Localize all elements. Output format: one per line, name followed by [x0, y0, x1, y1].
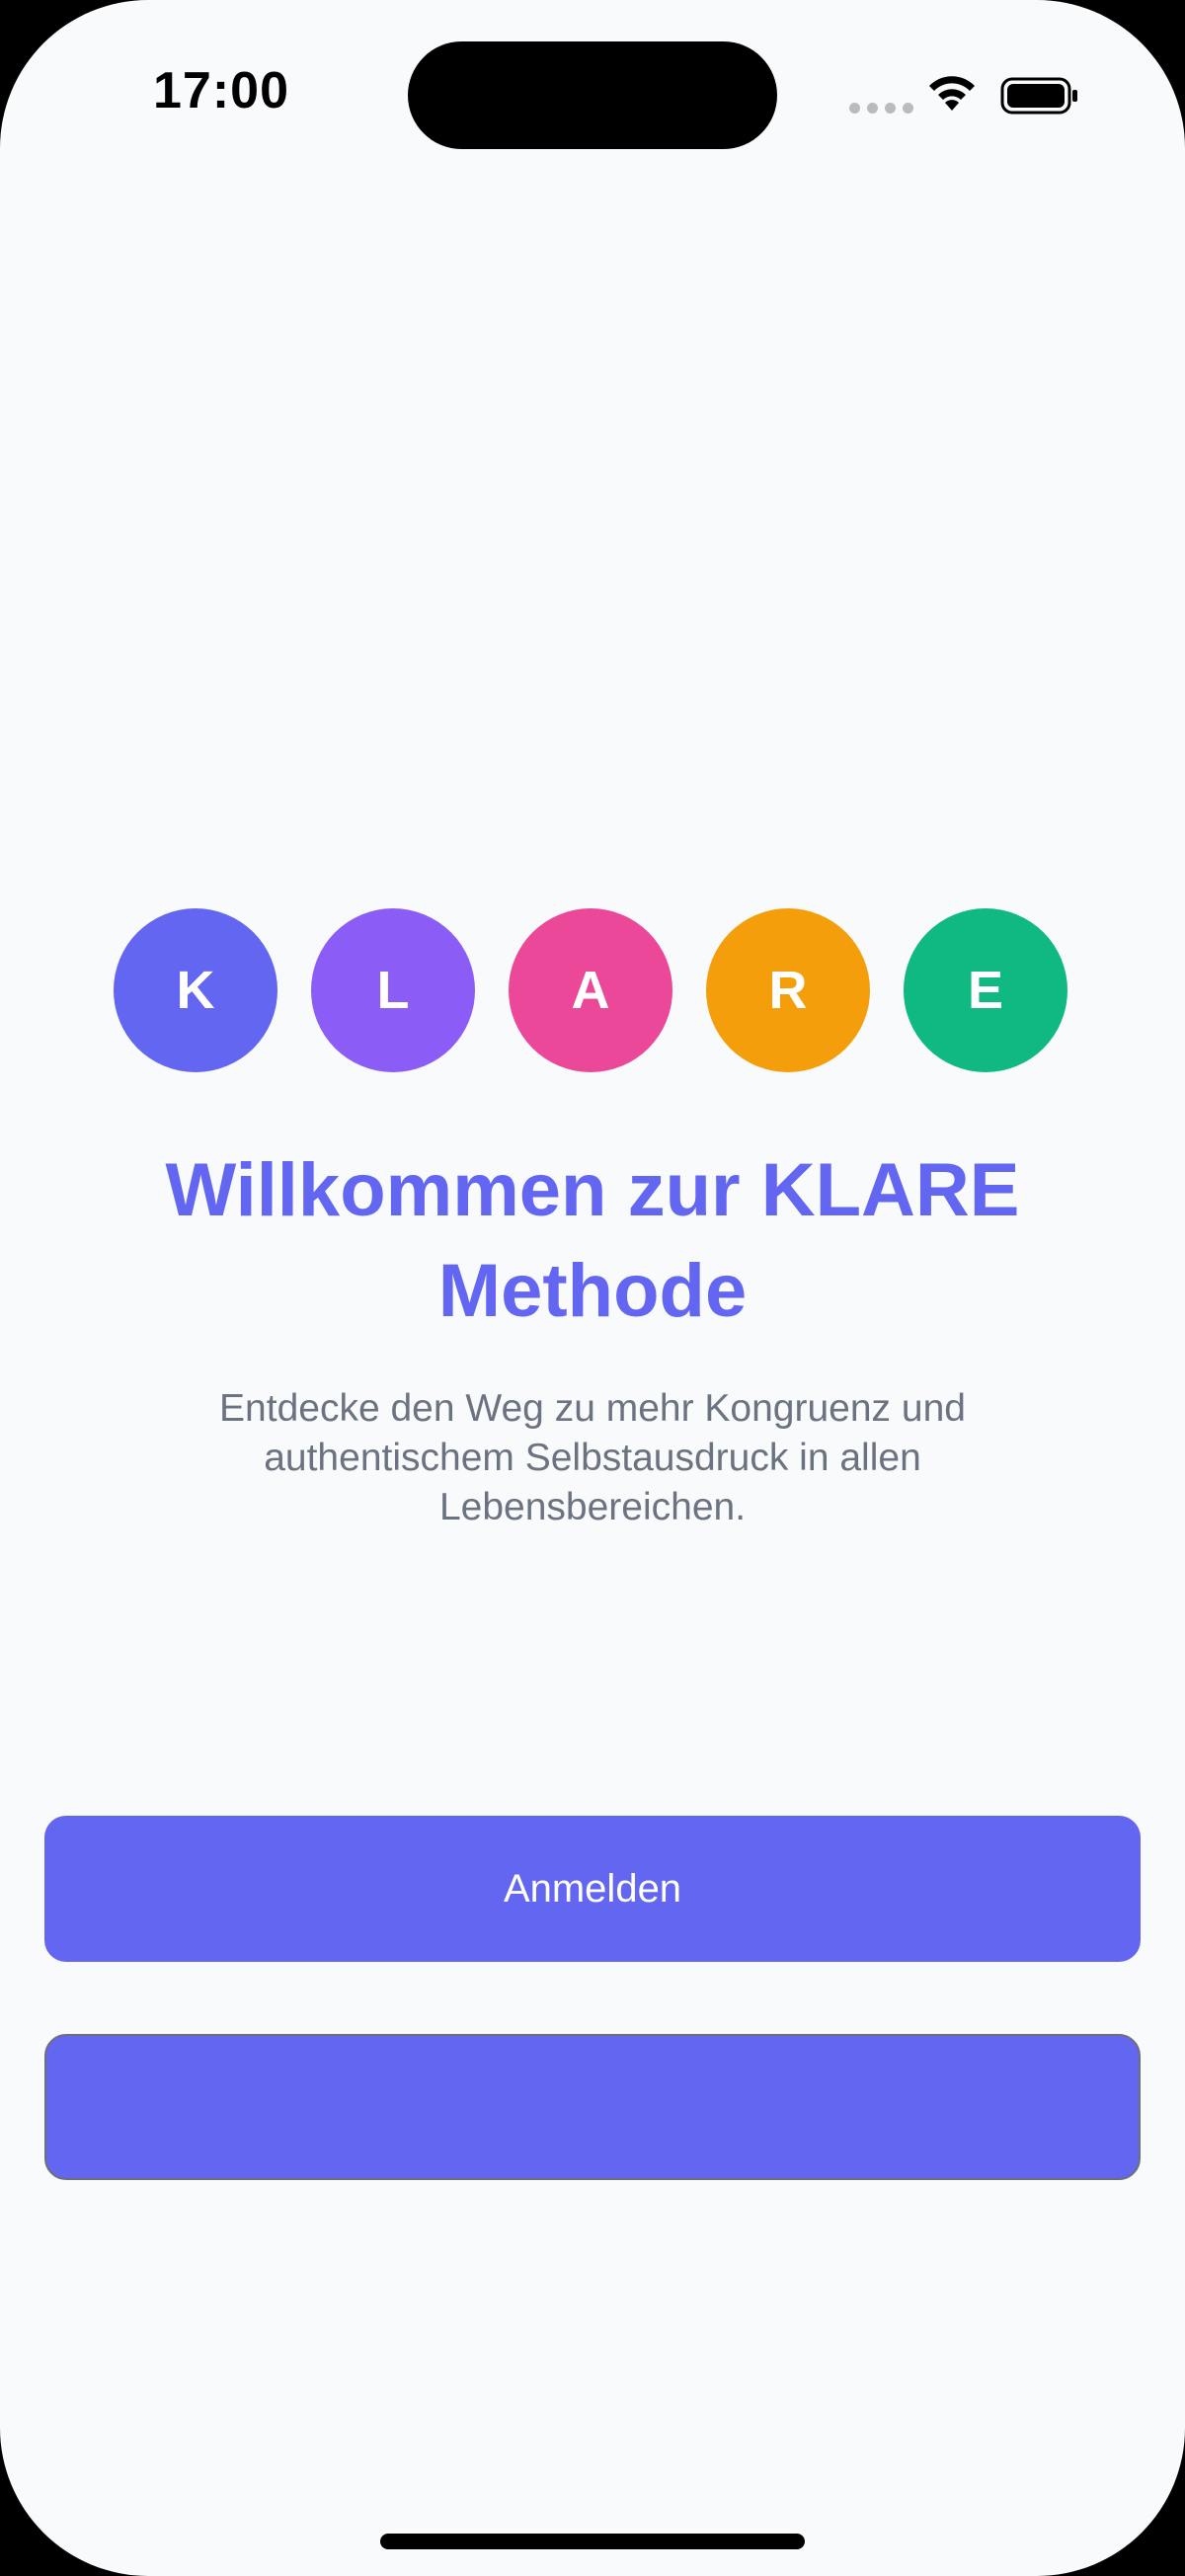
battery-icon	[1000, 77, 1077, 115]
letter-l: L	[376, 961, 410, 1020]
login-button[interactable]: Anmelden	[44, 1816, 1141, 1962]
letter-r: R	[768, 961, 808, 1020]
letter-circle-k: K	[114, 908, 277, 1072]
home-indicator[interactable]	[380, 2534, 805, 2549]
secondary-button[interactable]	[44, 2034, 1141, 2180]
welcome-title: Willkommen zur KLARE Methode	[165, 1148, 1020, 1333]
letter-circle-e: E	[904, 908, 1067, 1072]
wifi-icon	[929, 76, 975, 111]
klare-letters: K L A R E	[114, 908, 1067, 1072]
cellular-signal-icon	[849, 103, 913, 114]
welcome-subtitle: Entdecke den Weg zu mehr Kongruenz und a…	[219, 1387, 966, 1528]
letter-circle-l: L	[311, 908, 475, 1072]
dynamic-island	[408, 41, 777, 149]
app-screen: 17:00 K L A R E Willkommen zur KLARE Met…	[0, 0, 1185, 2576]
letter-circle-a: A	[509, 908, 672, 1072]
letter-e: E	[967, 961, 1004, 1020]
letter-circle-r: R	[706, 908, 870, 1072]
login-button-label: Anmelden	[503, 1866, 682, 1911]
letter-a: A	[571, 961, 610, 1020]
status-time: 17:00	[153, 62, 289, 119]
letter-k: K	[176, 961, 215, 1020]
